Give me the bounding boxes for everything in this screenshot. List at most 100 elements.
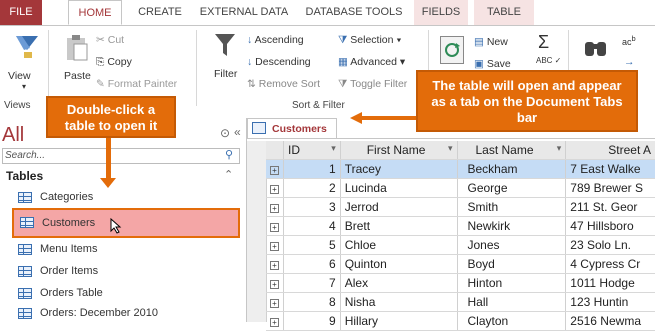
expand-row-icon[interactable]: + (266, 197, 284, 217)
paste-button[interactable]: Paste (64, 70, 91, 82)
search-icon[interactable]: ⚲ (225, 148, 233, 161)
table-cell[interactable]: 2516 Newma (565, 311, 655, 331)
expand-row-icon[interactable]: + (266, 178, 284, 198)
table-cell[interactable]: Hillary (340, 311, 458, 331)
table-cell[interactable]: Brett (340, 216, 458, 236)
replace-icon[interactable]: acb (622, 34, 636, 47)
nav-item-menu-items[interactable]: Menu Items (12, 240, 240, 260)
expand-row-icon[interactable]: + (266, 292, 284, 312)
table-cell[interactable]: Hall (457, 292, 567, 312)
nav-item-categories[interactable]: Categories (12, 188, 240, 208)
tab-database-tools[interactable]: DATABASE TOOLS (300, 0, 408, 25)
table-row[interactable]: +5 Chloe Jones 23 Solo Ln. (266, 235, 655, 255)
expand-row-icon[interactable]: + (266, 273, 284, 293)
table-cell[interactable]: 5 (283, 235, 341, 255)
ascending-button[interactable]: ↓ Ascending (247, 34, 304, 46)
table-cell[interactable]: Clayton (457, 311, 567, 331)
tables-section-header[interactable]: Tables (6, 169, 43, 183)
save-record-button[interactable]: ▣ Save (474, 58, 511, 70)
tab-table[interactable]: TABLE (474, 0, 534, 25)
nav-menu-icon[interactable]: ⊙ (220, 126, 230, 140)
remove-sort-button[interactable]: ⇅ Remove Sort (247, 78, 320, 90)
new-record-button[interactable]: ▤ New (474, 36, 508, 48)
view-dropdown-icon[interactable]: ▾ (22, 82, 26, 91)
table-row[interactable]: +1 Tracey Beckham 7 East Walke (266, 159, 655, 179)
table-cell[interactable]: 6 (283, 254, 341, 274)
nav-item-orders-table[interactable]: Orders Table (12, 284, 240, 304)
sort-dropdown-icon[interactable]: ▾ (557, 143, 562, 154)
table-row[interactable]: +3 Jerrod Smith 211 St. Geor (266, 197, 655, 217)
table-cell[interactable]: 47 Hillsboro (565, 216, 655, 236)
table-cell[interactable]: Quinton (340, 254, 458, 274)
column-header-street[interactable]: Street A (565, 141, 655, 160)
collapse-pane-icon[interactable]: « (234, 125, 241, 139)
paste-icon[interactable] (66, 34, 88, 62)
table-cell[interactable]: Lucinda (340, 178, 458, 198)
go-to-icon[interactable]: → (624, 56, 635, 68)
table-row[interactable]: +9 Hillary Clayton 2516 Newma (266, 311, 655, 331)
refresh-icon[interactable] (440, 36, 464, 64)
view-button[interactable]: View (8, 70, 31, 82)
table-cell[interactable]: Jones (457, 235, 567, 255)
column-header-last-name[interactable]: Last Name ▾ (457, 141, 567, 160)
expand-row-icon[interactable]: + (266, 235, 284, 255)
tab-create[interactable]: CREATE (130, 0, 190, 25)
filter-icon[interactable] (214, 32, 236, 60)
table-cell[interactable]: Alex (340, 273, 458, 293)
spelling-icon[interactable]: ABC ✓ (536, 56, 561, 65)
totals-icon[interactable]: Σ (538, 32, 549, 53)
table-cell[interactable]: 1011 Hodge (565, 273, 655, 293)
table-cell[interactable]: 789 Brewer S (565, 178, 655, 198)
sort-dropdown-icon[interactable]: ▾ (331, 143, 336, 154)
table-cell[interactable]: 9 (283, 311, 341, 331)
table-cell[interactable]: 4 Cypress Cr (565, 254, 655, 274)
table-cell[interactable]: 211 St. Geor (565, 197, 655, 217)
table-cell[interactable]: 2 (283, 178, 341, 198)
expand-row-icon[interactable]: + (266, 216, 284, 236)
table-row[interactable]: +7 Alex Hinton 1011 Hodge (266, 273, 655, 293)
nav-item-order-items[interactable]: Order Items (12, 262, 240, 282)
nav-search-box[interactable]: Search... ⚲ (2, 148, 240, 164)
expand-row-icon[interactable]: + (266, 159, 284, 179)
table-cell[interactable]: 4 (283, 216, 341, 236)
table-cell[interactable]: 123 Huntin (565, 292, 655, 312)
column-header-first-name[interactable]: First Name ▾ (340, 141, 458, 160)
find-icon[interactable] (584, 36, 608, 58)
table-row[interactable]: +6 Quinton Boyd 4 Cypress Cr (266, 254, 655, 274)
table-cell[interactable]: 3 (283, 197, 341, 217)
filter-button[interactable]: Filter (214, 68, 237, 80)
nav-item-orders-december-2010[interactable]: Orders: December 2010 (12, 304, 240, 324)
table-cell[interactable]: Smith (457, 197, 567, 217)
table-cell[interactable]: 23 Solo Ln. (565, 235, 655, 255)
table-cell[interactable]: Tracey (340, 159, 458, 179)
table-cell[interactable]: George (457, 178, 567, 198)
cut-button[interactable]: ✂ Cut (96, 34, 124, 46)
toggle-filter-button[interactable]: ⧩ Toggle Filter (338, 78, 407, 91)
expand-row-icon[interactable]: + (266, 311, 284, 331)
record-selector-column[interactable] (247, 141, 267, 322)
table-cell[interactable]: 7 (283, 273, 341, 293)
descending-button[interactable]: ↓ Descending (247, 56, 311, 68)
tab-home[interactable]: HOME (68, 0, 122, 25)
table-row[interactable]: +8 Nisha Hall 123 Huntin (266, 292, 655, 312)
tab-fields[interactable]: FIELDS (414, 0, 468, 25)
table-row[interactable]: +2 Lucinda George 789 Brewer S (266, 178, 655, 198)
view-icon[interactable] (14, 34, 40, 60)
table-cell[interactable]: Jerrod (340, 197, 458, 217)
sort-dropdown-icon[interactable]: ▾ (448, 143, 453, 154)
table-cell[interactable]: 1 (283, 159, 341, 179)
column-header-id[interactable]: ID ▾ (283, 141, 341, 160)
table-cell[interactable]: Nisha (340, 292, 458, 312)
selection-button[interactable]: ⧩ Selection ▾ (338, 34, 402, 47)
expand-row-icon[interactable]: + (266, 254, 284, 274)
collapse-section-icon[interactable]: ⌃ (224, 168, 233, 181)
table-cell[interactable]: Newkirk (457, 216, 567, 236)
nav-item-customers[interactable]: Customers (12, 208, 240, 238)
document-tab-customers[interactable]: Customers (247, 118, 337, 138)
table-cell[interactable]: Chloe (340, 235, 458, 255)
nav-title[interactable]: All (2, 124, 24, 147)
table-row[interactable]: +4 Brett Newkirk 47 Hillsboro (266, 216, 655, 236)
table-cell[interactable]: Beckham (457, 159, 567, 179)
table-cell[interactable]: 7 East Walke (565, 159, 655, 179)
table-cell[interactable]: 8 (283, 292, 341, 312)
